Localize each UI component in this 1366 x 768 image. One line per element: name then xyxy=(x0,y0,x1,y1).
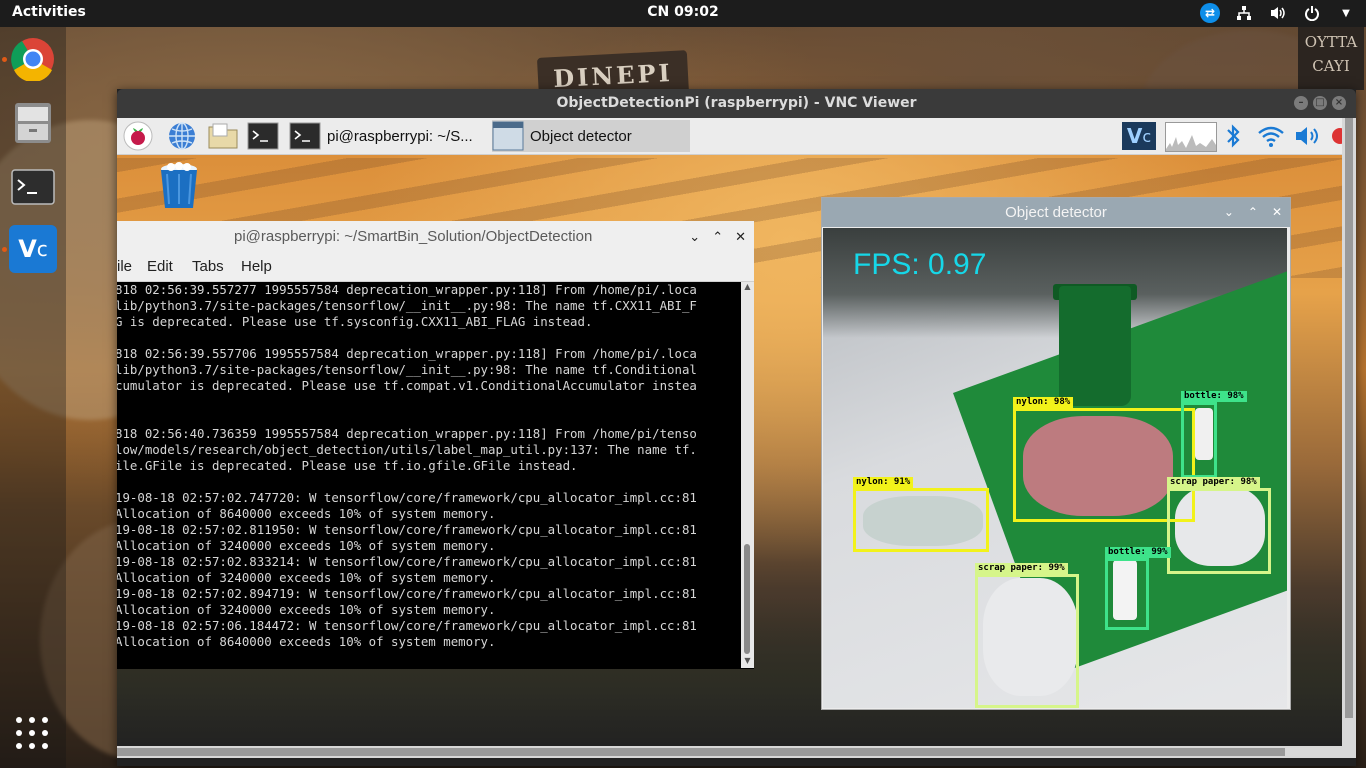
vnc-viewer-icon[interactable]: Vc xyxy=(9,225,57,273)
minimize-icon[interactable]: – xyxy=(1294,96,1308,110)
raspberry-menu-icon[interactable] xyxy=(123,121,153,151)
scroll-down-icon[interactable]: ▼ xyxy=(741,656,754,668)
terminal-text: 818 02:56:39.557277 1995557584 deprecati… xyxy=(117,282,697,649)
green-bin xyxy=(1059,286,1131,406)
taskbar-object-detector[interactable]: Object detector xyxy=(492,120,690,152)
menu-help[interactable]: Help xyxy=(241,253,272,281)
menu-edit[interactable]: Edit xyxy=(147,253,173,281)
detection-label: nylon: 98% xyxy=(1013,397,1074,408)
fps-readout: FPS: 0.97 xyxy=(853,248,987,281)
detection-label: bottle: 99% xyxy=(1105,547,1171,558)
teamviewer-icon[interactable]: ⇄ xyxy=(1200,3,1220,23)
dock: Vc xyxy=(0,27,66,768)
terminal-menubar: ile Edit Tabs Help xyxy=(117,253,754,282)
bluetooth-icon[interactable] xyxy=(1225,122,1241,150)
terminal-output[interactable]: 818 02:56:39.557277 1995557584 deprecati… xyxy=(117,282,741,668)
running-indicator xyxy=(2,247,7,252)
detection-label: scrap paper: 99% xyxy=(975,563,1068,574)
ejection-icon[interactable] xyxy=(1330,122,1342,150)
terminal-launcher-icon[interactable] xyxy=(247,122,279,150)
browser-icon[interactable] xyxy=(167,122,197,150)
menu-tabs[interactable]: Tabs xyxy=(192,253,224,281)
vnc-horizontal-scrollbar[interactable] xyxy=(117,746,1342,758)
terminal-title: pi@raspberrypi: ~/SmartBin_Solution/Obje… xyxy=(234,228,593,245)
terminal-icon xyxy=(289,122,321,150)
scroll-thumb[interactable] xyxy=(1345,118,1353,718)
volume-icon[interactable] xyxy=(1268,3,1288,23)
vnc-viewer-window: ObjectDetectionPi (raspberrypi) - VNC Vi… xyxy=(117,89,1356,766)
maximize-icon[interactable]: □ xyxy=(1313,96,1327,110)
file-manager-icon[interactable] xyxy=(207,122,239,150)
menu-arrow-icon[interactable]: ▼ xyxy=(1336,3,1356,23)
vnc-titlebar[interactable]: ObjectDetectionPi (raspberrypi) - VNC Vi… xyxy=(117,89,1356,118)
cpu-monitor-icon[interactable] xyxy=(1165,122,1217,152)
wifi-icon[interactable] xyxy=(1257,122,1285,150)
detection-label: bottle: 98% xyxy=(1181,391,1247,402)
network-icon[interactable] xyxy=(1234,3,1254,23)
terminal-window: pi@raspberrypi: ~/SmartBin_Solution/Obje… xyxy=(117,221,754,669)
wallpaper-sign-2: OYTTA CAYI xyxy=(1298,20,1364,90)
detection-label: nylon: 91% xyxy=(853,477,914,488)
scroll-thumb[interactable] xyxy=(744,544,750,654)
vnc-vertical-scrollbar[interactable] xyxy=(1342,118,1356,758)
close-icon[interactable]: × xyxy=(1332,96,1346,110)
object-detector-window: Object detector ⌄ ⌃ ✕ FPS: 0.97 nylon: 9… xyxy=(821,197,1291,710)
detection-box xyxy=(1105,558,1149,630)
vnc-server-icon[interactable]: Vc xyxy=(1122,122,1156,150)
pi-taskbar: pi@raspberrypi: ~/S... Object detector V… xyxy=(117,118,1342,155)
chrome-icon[interactable] xyxy=(9,35,57,83)
running-indicator xyxy=(2,57,7,62)
scroll-thumb[interactable] xyxy=(117,748,1285,756)
close-icon[interactable]: ✕ xyxy=(735,221,746,253)
vnc-window-title: ObjectDetectionPi (raspberrypi) - VNC Vi… xyxy=(556,95,917,111)
maximize-icon[interactable]: ⌃ xyxy=(712,221,723,253)
minimize-icon[interactable]: ⌄ xyxy=(689,221,700,253)
scroll-up-icon[interactable]: ▲ xyxy=(741,282,754,294)
maximize-icon[interactable]: ⌃ xyxy=(1248,198,1258,227)
terminal-titlebar[interactable]: pi@raspberrypi: ~/SmartBin_Solution/Obje… xyxy=(117,221,754,253)
detection-box xyxy=(1181,402,1217,478)
window-icon xyxy=(492,121,524,151)
terminal-scrollbar[interactable]: ▲ ▼ xyxy=(741,282,754,668)
detection-box xyxy=(975,574,1079,708)
minimize-icon[interactable]: ⌄ xyxy=(1224,198,1234,227)
taskbar-terminal[interactable]: pi@raspberrypi: ~/S... xyxy=(289,120,473,152)
terminal-icon[interactable] xyxy=(9,163,57,211)
close-icon[interactable]: ✕ xyxy=(1272,198,1282,227)
show-applications-icon[interactable] xyxy=(16,717,50,751)
taskbar-terminal-label: pi@raspberrypi: ~/S... xyxy=(327,127,473,145)
volume-icon[interactable] xyxy=(1293,122,1321,150)
detector-title: Object detector xyxy=(1005,204,1107,221)
wastebasket-icon[interactable] xyxy=(157,162,201,214)
taskbar-detector-label: Object detector xyxy=(530,127,632,145)
detection-box xyxy=(853,488,989,552)
detection-label: scrap paper: 98% xyxy=(1167,477,1260,488)
files-icon[interactable] xyxy=(9,99,57,147)
clock[interactable]: CN 09:02 xyxy=(0,4,1366,20)
camera-view: FPS: 0.97 nylon: 98% bottle: 98% nylon: 91… xyxy=(823,228,1287,708)
system-tray: ⇄ ▼ xyxy=(1200,3,1356,23)
power-icon[interactable] xyxy=(1302,3,1322,23)
top-bar: Activities CN 09:02 ⇄ ▼ xyxy=(0,0,1366,27)
menu-file[interactable]: ile xyxy=(117,253,132,281)
detection-box xyxy=(1167,488,1271,574)
remote-desktop: pi@raspberrypi: ~/S... Object detector V… xyxy=(117,118,1342,746)
detector-titlebar[interactable]: Object detector ⌄ ⌃ ✕ xyxy=(822,198,1290,227)
